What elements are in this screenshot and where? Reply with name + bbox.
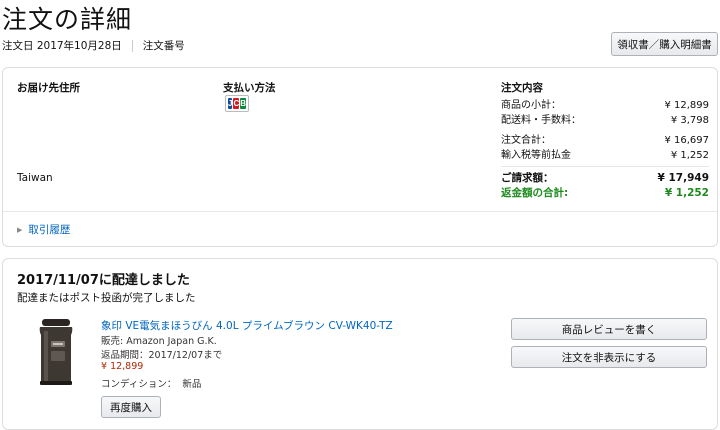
summary-label: 返金額の合計: [501, 187, 569, 199]
transaction-history-link[interactable]: ▶ 取引履歴 [17, 222, 70, 237]
summary-value: ¥ 1,252 [670, 150, 709, 161]
summary-row-shipping: 配送料・手数料： ¥ 3,798 [501, 113, 709, 128]
buy-again-button[interactable]: 再度購入 [101, 396, 161, 418]
summary-row-import-fee: 輸入税等前払金 ¥ 1,252 [501, 148, 709, 163]
order-details-box: お届け先住所 Taiwan 支払い方法 JCB 注文内容 商品の小計： ¥ 12… [2, 67, 718, 247]
product-price: ¥ 12,899 [101, 361, 144, 372]
hide-order-button[interactable]: 注文を非表示にする [511, 346, 707, 368]
product-title-link[interactable]: 象印 VE電気まほうびん 4.0L プライムブラウン CV-WK40-TZ [101, 318, 393, 333]
section-divider [3, 211, 717, 212]
order-meta: 注文日 2017年10月28日 注文番号 [2, 38, 185, 53]
write-review-button[interactable]: 商品レビューを書く [511, 318, 707, 340]
summary-row-order-total: 注文合計： ¥ 16,697 [501, 133, 709, 148]
shipping-country: Taiwan [17, 172, 53, 184]
caret-right-icon: ▶ [17, 225, 23, 234]
delivery-status-subtitle: 配達またはポスト投函が完了しました [17, 292, 196, 304]
condition-label: コンディション： [101, 379, 177, 390]
order-number-label: 注文番号 [142, 40, 185, 52]
summary-label: 輸入税等前払金 [501, 150, 571, 161]
product-seller: 販売: Amazon Japan G.K. [101, 336, 217, 347]
order-date: 注文日 2017年10月28日 [2, 40, 122, 52]
summary-value: ¥ 17,949 [657, 172, 709, 184]
summary-value: ¥ 1,252 [664, 187, 709, 199]
shipping-address-heading: お届け先住所 [17, 82, 80, 94]
receipt-button[interactable]: 領収書／購入明細書 [611, 32, 718, 56]
summary-row-grand-total: ご請求額： ¥ 17,949 [501, 171, 709, 186]
history-label: 取引履歴 [28, 224, 71, 236]
summary-value: ¥ 12,899 [664, 100, 709, 111]
summary-label: 商品の小計： [501, 100, 561, 111]
summary-label: 配送料・手数料： [501, 115, 581, 126]
summary-label: ご請求額： [501, 172, 554, 184]
page-title: 注文の詳細 [2, 5, 133, 34]
summary-value: ¥ 16,697 [664, 135, 709, 146]
product-condition: コンディション： 新品 [101, 376, 201, 390]
summary-row-subtotal: 商品の小計： ¥ 12,899 [501, 98, 709, 113]
payment-heading: 支払い方法 [223, 82, 276, 94]
summary-value: ¥ 3,798 [670, 115, 709, 126]
delivery-status-title: 2017/11/07に配達しました [17, 273, 190, 288]
meta-divider [131, 39, 133, 52]
condition-value: 新品 [182, 379, 202, 390]
summary-row-refund-total: 返金額の合計: ¥ 1,252 [501, 186, 709, 201]
summary-heading: 注文内容 [501, 82, 543, 94]
product-image[interactable] [36, 319, 76, 387]
shipment-box: 2017/11/07に配達しました 配達またはポスト投函が完了しました 象印 V… [2, 258, 718, 430]
return-period: 返品期間：2017/12/07まで [101, 350, 223, 361]
summary-label: 注文合計： [501, 135, 551, 146]
order-summary: 商品の小計： ¥ 12,899 配送料・手数料： ¥ 3,798 注文合計： ¥… [501, 98, 709, 201]
summary-divider [501, 166, 709, 167]
jcb-card-icon: JCB [225, 95, 249, 112]
